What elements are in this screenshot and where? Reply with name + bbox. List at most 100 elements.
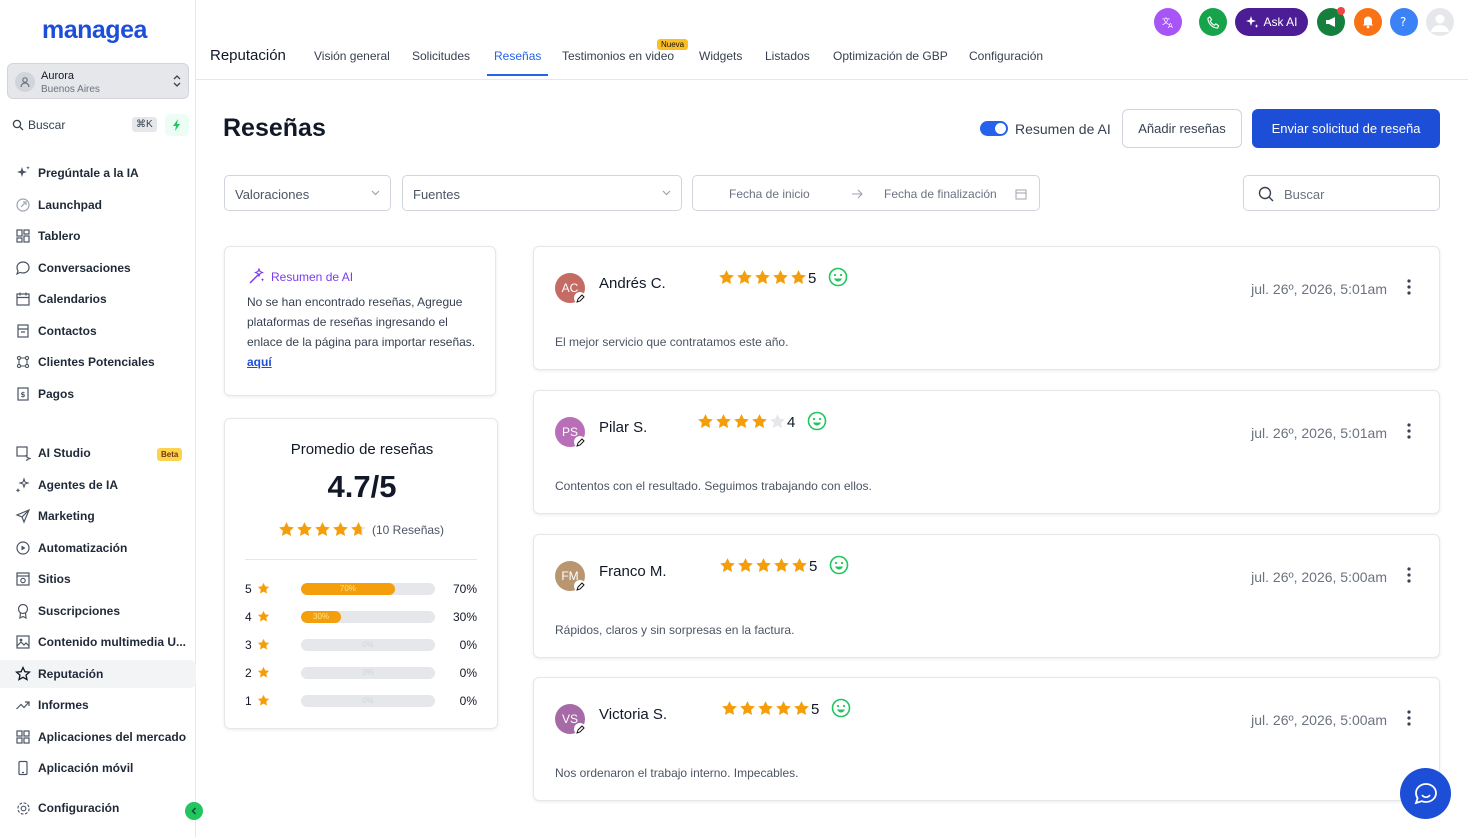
ai-summary-link[interactable]: aquí	[247, 355, 272, 369]
sidebar-item-apps[interactable]: Aplicaciones del mercado	[0, 723, 196, 751]
review-stars	[721, 700, 810, 717]
sidebar-item-settings[interactable]: Configuración	[0, 794, 196, 822]
tab-solicitudes[interactable]: Solicitudes	[412, 49, 470, 63]
sidebar-item-ai-agents[interactable]: Agentes de IA	[0, 471, 196, 499]
progress-bar-label: 0%	[362, 668, 374, 677]
ratings-filter[interactable]: Valoraciones	[224, 175, 391, 211]
sidebar-item-label: Conversaciones	[38, 261, 131, 275]
sidebar-item-trend[interactable]: Informes	[0, 691, 196, 719]
ai-agents-icon	[14, 476, 32, 494]
sidebar-item-automation[interactable]: Automatización	[0, 534, 196, 562]
chat-widget-button[interactable]	[1400, 768, 1451, 819]
tab-vision-general[interactable]: Visión general	[314, 49, 390, 63]
sidebar-item-pipeline[interactable]: Clientes Potenciales	[0, 348, 196, 376]
date-range-picker[interactable]: Fecha de inicio Fecha de finalización	[692, 175, 1040, 211]
sources-filter[interactable]: Fuentes	[402, 175, 682, 211]
star-icon	[279, 522, 294, 536]
sidebar-item-label: Pagos	[38, 387, 75, 401]
ai-summary-body: No se han encontrado reseñas, Agregue pl…	[247, 292, 479, 372]
sidebar-item-badge[interactable]: Suscripciones	[0, 597, 196, 625]
sidebar-item-dashboard[interactable]: Tablero	[0, 222, 196, 250]
sidebar-item-chat[interactable]: Conversaciones	[0, 254, 196, 282]
sidebar-item-mobile[interactable]: Aplicación móvil	[0, 754, 196, 782]
end-date-input[interactable]: Fecha de finalización	[884, 187, 997, 201]
sidebar-item-label: Marketing	[38, 509, 95, 523]
average-title: Promedio de reseñas	[290, 441, 434, 458]
rating-stars-label: 3	[245, 638, 252, 652]
collapse-sidebar-button[interactable]	[185, 802, 203, 820]
ai-summary-text: No se han encontrado reseñas, Agregue pl…	[247, 295, 476, 349]
more-options-icon[interactable]	[1407, 567, 1411, 583]
rating-percent: 30%	[452, 610, 477, 624]
progress-bar-label: 0%	[362, 640, 374, 649]
review-stars	[697, 413, 786, 430]
page-title: Reseñas	[223, 114, 326, 142]
sidebar-item-sites[interactable]: Sitios	[0, 565, 196, 593]
star-icon	[792, 558, 807, 572]
star-icon	[351, 522, 366, 536]
tab-testimonios[interactable]: Testimonios en video	[562, 49, 674, 63]
location-avatar-icon	[15, 72, 35, 92]
sidebar-item-contacts[interactable]: Contactos	[0, 317, 196, 345]
search-input[interactable]: Buscar	[1284, 187, 1324, 202]
rating-percent: 0%	[459, 694, 477, 708]
sidebar-item-rocket[interactable]: Launchpad	[0, 191, 196, 219]
svg-text:$: $	[21, 391, 26, 399]
help-button[interactable]: ?	[1390, 8, 1418, 36]
ask-ai-button[interactable]: Ask AI	[1235, 8, 1308, 36]
ai-summary-toggle[interactable]	[980, 121, 1008, 136]
search-icon	[1258, 186, 1274, 202]
sidebar-search[interactable]: Buscar ⌘K	[8, 114, 158, 136]
quick-actions-button[interactable]	[165, 114, 189, 136]
average-rating-card: Promedio de reseñas 4.7/5 (10 Reseñas) 5…	[224, 418, 498, 729]
smile-icon	[829, 555, 849, 575]
rating-distribution-row: 4 30% 30%	[245, 609, 477, 625]
tab-resenas[interactable]: Reseñas	[494, 49, 541, 63]
user-avatar-button[interactable]	[1426, 8, 1454, 36]
reviewer-name: Victoria S.	[599, 706, 668, 723]
smile-icon	[828, 267, 848, 287]
tab-widgets[interactable]: Widgets	[699, 49, 742, 63]
sidebar-item-star[interactable]: Reputación	[0, 660, 196, 688]
sidebar-item-label: Pregúntale a la IA	[38, 166, 139, 180]
star-icon	[740, 701, 755, 715]
start-date-input[interactable]: Fecha de inicio	[729, 187, 810, 201]
calendar-icon	[1015, 189, 1027, 200]
chevron-down-icon	[371, 190, 380, 196]
reviews-search[interactable]: Buscar	[1243, 175, 1440, 211]
rating-stars-label: 5	[245, 582, 252, 596]
more-options-icon[interactable]	[1407, 710, 1411, 726]
star-icon	[257, 638, 270, 651]
sidebar-item-calendar[interactable]: Calendarios	[0, 285, 196, 313]
app-logo[interactable]: managea	[42, 16, 147, 45]
sidebar-item-sparkles[interactable]: Pregúntale a la IA	[0, 159, 196, 187]
magic-wand-icon	[249, 268, 265, 284]
rocket-icon	[14, 196, 32, 214]
sidebar-item-payments[interactable]: $ Pagos	[0, 380, 196, 408]
payments-icon: $	[14, 385, 32, 403]
tab-listados[interactable]: Listados	[765, 49, 810, 63]
location-city: Buenos Aires	[41, 84, 100, 95]
star-icon	[698, 414, 713, 428]
location-switcher[interactable]: Aurora Buenos Aires	[7, 63, 189, 99]
more-options-icon[interactable]	[1407, 279, 1411, 295]
more-options-icon[interactable]	[1407, 423, 1411, 439]
star-icon	[737, 270, 752, 284]
tab-configuracion[interactable]: Configuración	[969, 49, 1043, 63]
notifications-button[interactable]	[1354, 8, 1382, 36]
review-stars	[718, 269, 807, 286]
star-icon	[257, 582, 270, 595]
sidebar-item-image[interactable]: Contenido multimedia U...	[0, 628, 196, 656]
tab-gbp[interactable]: Optimización de GBP	[833, 49, 948, 63]
add-reviews-button[interactable]: Añadir reseñas	[1122, 109, 1242, 148]
sidebar-item-send[interactable]: Marketing	[0, 502, 196, 530]
translate-button[interactable]: 文A	[1154, 8, 1182, 36]
sidebar-item-ai-studio[interactable]: AI Studio Beta	[0, 439, 196, 467]
star-icon	[257, 694, 270, 706]
sidebar-item-label: Aplicaciones del mercado	[38, 730, 187, 744]
rating-percent: 70%	[452, 582, 477, 596]
phone-button[interactable]	[1199, 8, 1227, 36]
send-review-request-button[interactable]: Enviar solicitud de reseña	[1252, 109, 1440, 148]
trend-icon	[14, 696, 32, 714]
star-icon	[257, 694, 270, 707]
